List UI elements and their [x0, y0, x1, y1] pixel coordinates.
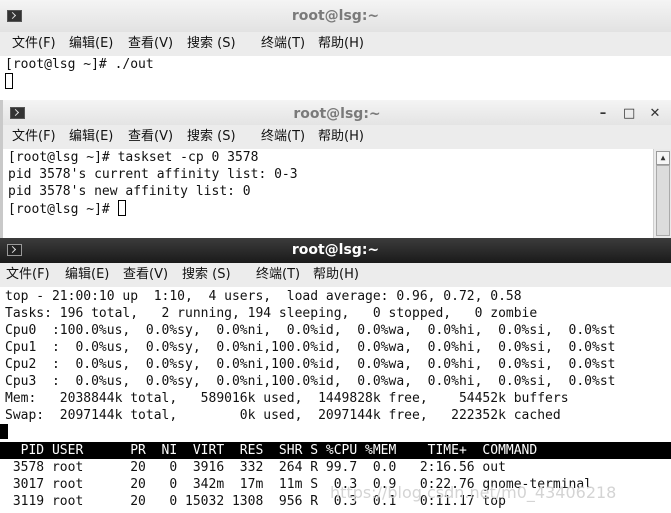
process-table-header: PID USER PR NI VIRT RES SHR S %CPU %MEM …	[0, 442, 671, 459]
terminal-icon	[7, 244, 22, 256]
title-bar-3[interactable]: root@lsg:~	[0, 238, 671, 263]
menu-help[interactable]: 帮助(H)	[318, 32, 364, 56]
terminal-area-1[interactable]: [root@lsg ~]# ./out	[0, 56, 671, 100]
menu-bar-1: 文件(F) 编辑(E) 查看(V) 搜索 (S) 终端(T) 帮助(H)	[0, 32, 671, 56]
terminal-window-3: root@lsg:~ 文件(F) 编辑(E) 查看(V) 搜索 (S) 终端(T…	[0, 238, 671, 513]
top-cpu-line: Cpu1 : 0.0%us, 0.0%sy, 0.0%ni,100.0%id, …	[5, 340, 616, 355]
terminal-line: pid 3578's current affinity list: 0-3	[8, 167, 298, 182]
terminal-area-2[interactable]: [root@lsg ~]# taskset -cp 0 3578 pid 357…	[3, 149, 671, 238]
title-bar-2[interactable]: root@lsg:~ – □ ✕	[3, 100, 671, 128]
top-cpu-line: Cpu2 : 0.0%us, 0.0%sy, 0.0%ni,100.0%id, …	[5, 357, 616, 372]
menu-file[interactable]: 文件(F)	[6, 263, 50, 287]
minimize-button[interactable]: –	[597, 107, 609, 120]
terminal-line: pid 3578's new affinity list: 0	[8, 184, 251, 199]
terminal-line: [root@lsg ~]# taskset -cp 0 3578	[8, 150, 259, 165]
menu-help[interactable]: 帮助(H)	[313, 263, 359, 287]
top-input-line	[0, 424, 8, 441]
terminal-window-1: root@lsg:~ 文件(F) 编辑(E) 查看(V) 搜索 (S) 终端(T…	[0, 0, 671, 101]
menu-edit[interactable]: 编辑(E)	[65, 263, 109, 287]
top-mem-line: Mem: 2038844k total, 589016k used, 14498…	[5, 391, 569, 406]
menu-edit[interactable]: 编辑(E)	[69, 125, 113, 149]
terminal-icon	[7, 10, 22, 22]
scroll-up-arrow-icon[interactable]: ▲	[656, 151, 670, 165]
menu-search[interactable]: 搜索 (S)	[187, 32, 236, 56]
menu-file[interactable]: 文件(F)	[12, 125, 56, 149]
terminal-icon	[10, 107, 25, 119]
close-button[interactable]: ✕	[649, 107, 661, 120]
window-title: root@lsg:~	[291, 242, 380, 258]
menu-file[interactable]: 文件(F)	[12, 32, 56, 56]
terminal-line: [root@lsg ~]# ./out	[5, 57, 154, 72]
menu-view[interactable]: 查看(V)	[128, 32, 173, 56]
menu-edit[interactable]: 编辑(E)	[69, 32, 113, 56]
terminal-window-2: root@lsg:~ – □ ✕ 文件(F) 编辑(E) 查看(V) 搜索 (S…	[0, 100, 671, 238]
terminal-area-3[interactable]: top - 21:00:10 up 1:10, 4 users, load av…	[0, 287, 671, 513]
prompt-text: [root@lsg ~]#	[8, 202, 118, 217]
menu-search[interactable]: 搜索 (S)	[182, 263, 231, 287]
top-cpu-line: Cpu3 : 0.0%us, 0.0%sy, 0.0%ni,100.0%id, …	[5, 374, 616, 389]
terminal-prompt-line: [root@lsg ~]#	[8, 200, 126, 217]
top-swap-line: Swap: 2097144k total, 0k used, 2097144k …	[5, 408, 561, 423]
top-cpu-line: Cpu0 :100.0%us, 0.0%sy, 0.0%ni, 0.0%id, …	[5, 323, 616, 338]
menu-terminal[interactable]: 终端(T)	[261, 125, 305, 149]
window-title: root@lsg:~	[291, 8, 380, 24]
menu-bar-2: 文件(F) 编辑(E) 查看(V) 搜索 (S) 终端(T) 帮助(H)	[3, 125, 671, 149]
process-row: 3578 root 20 0 3916 332 264 R 99.7 0.0 2…	[5, 460, 506, 475]
scrollbar[interactable]: ▲	[653, 149, 671, 238]
text-cursor	[0, 424, 8, 439]
watermark: https://blog.csdn.net/m0_43406218	[330, 483, 617, 502]
title-bar-1[interactable]: root@lsg:~	[0, 0, 671, 32]
menu-help[interactable]: 帮助(H)	[318, 125, 364, 149]
text-cursor	[117, 200, 126, 216]
text-cursor	[5, 73, 13, 89]
window-title: root@lsg:~	[293, 106, 381, 122]
menu-bar-3: 文件(F) 编辑(E) 查看(V) 搜索 (S) 终端(T) 帮助(H)	[0, 263, 671, 287]
menu-view[interactable]: 查看(V)	[128, 125, 173, 149]
menu-view[interactable]: 查看(V)	[123, 263, 168, 287]
menu-search[interactable]: 搜索 (S)	[187, 125, 236, 149]
window-controls: – □ ✕	[597, 100, 661, 128]
top-tasks-line: Tasks: 196 total, 2 running, 194 sleepin…	[5, 306, 538, 321]
process-header-text: PID USER PR NI VIRT RES SHR S %CPU %MEM …	[5, 443, 538, 458]
menu-terminal[interactable]: 终端(T)	[256, 263, 300, 287]
top-summary-line: top - 21:00:10 up 1:10, 4 users, load av…	[5, 289, 522, 304]
menu-terminal[interactable]: 终端(T)	[261, 32, 305, 56]
terminal-cursor-line	[5, 73, 13, 90]
maximize-button[interactable]: □	[623, 107, 635, 120]
scrollbar-thumb[interactable]	[656, 165, 670, 236]
